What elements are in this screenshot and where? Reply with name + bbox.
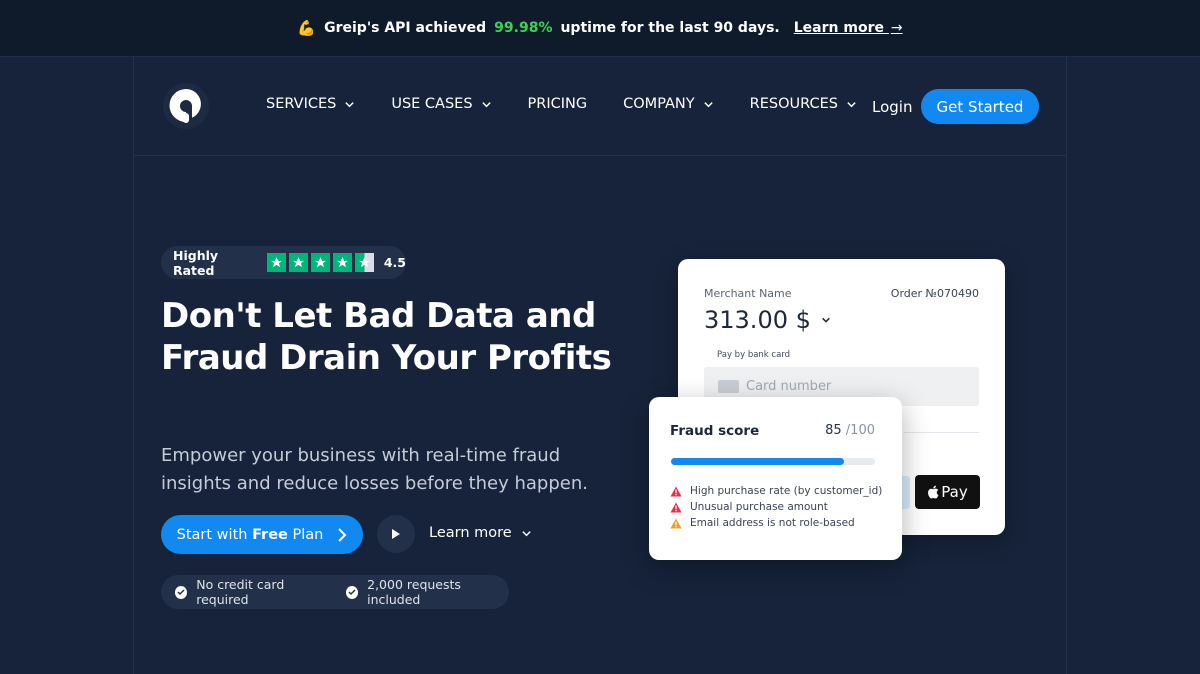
amount-value: 313.00 $ xyxy=(704,306,811,334)
chevron-down-icon xyxy=(703,101,713,107)
nav-resources[interactable]: RESOURCES xyxy=(750,96,857,112)
fraud-score-bar xyxy=(671,458,875,465)
greip-logo-icon[interactable] xyxy=(162,82,210,130)
perk-label: No credit card required xyxy=(196,577,285,607)
header-divider xyxy=(133,155,1066,156)
apple-icon xyxy=(928,485,939,499)
chevron-down-icon xyxy=(847,101,856,107)
frame-line-right xyxy=(1066,57,1067,674)
perk-item: 2,000 requests included xyxy=(345,577,509,607)
nav-company[interactable]: COMPANY xyxy=(623,96,714,112)
start-prefix: Start with xyxy=(176,526,248,543)
chevron-down-icon xyxy=(822,317,830,323)
card-divider xyxy=(904,432,979,433)
fraud-flag: Unusual purchase amount xyxy=(670,501,882,513)
nav-use-cases[interactable]: USE CASES xyxy=(391,96,491,112)
pay-button-stub[interactable] xyxy=(902,476,910,509)
chevron-down-icon xyxy=(522,530,531,536)
banner-link-label: Learn more xyxy=(793,20,884,36)
chevron-down-icon xyxy=(345,101,355,107)
banner-prefix: Greip's API achieved xyxy=(324,20,487,36)
banner-suffix: uptime for the last 90 days. xyxy=(560,20,780,36)
banner-learn-more-link[interactable]: Learn more → xyxy=(794,20,903,36)
credit-card-icon xyxy=(718,380,739,393)
warning-triangle-icon xyxy=(670,518,682,528)
start-free-plan-button[interactable]: Start with Free Plan xyxy=(161,515,363,554)
perk-item: No credit card required xyxy=(175,577,332,607)
flexed-arm-icon: 💪 xyxy=(297,19,317,37)
learn-more-dropdown[interactable]: Learn more xyxy=(429,525,532,541)
order-number: Order №070490 xyxy=(890,287,979,300)
perks-pill: No credit card required 2,000 requests i… xyxy=(161,575,509,609)
flag-text: Unusual purchase amount xyxy=(690,501,828,513)
arrow-right-icon: → xyxy=(890,20,903,36)
nav-label: COMPANY xyxy=(623,96,695,112)
play-icon xyxy=(392,529,400,539)
start-label: Start with Free Plan xyxy=(177,527,324,543)
half-star-icon xyxy=(354,253,374,272)
fraud-score-card: Fraud score 85 /100 High purchase rate (… xyxy=(649,397,902,560)
nav-services[interactable]: SERVICES xyxy=(266,96,355,112)
check-circle-icon xyxy=(175,585,188,599)
login-link[interactable]: Login xyxy=(872,98,912,116)
star-icon xyxy=(266,253,286,272)
fraud-score-bar-fill xyxy=(671,458,845,465)
score-number: 85 xyxy=(825,423,842,438)
fraud-flag: High purchase rate (by customer_id) xyxy=(670,485,882,497)
warning-triangle-icon xyxy=(670,502,682,512)
learn-more-label: Learn more xyxy=(429,525,512,541)
flag-text: High purchase rate (by customer_id) xyxy=(690,485,883,497)
score-max: /100 xyxy=(845,423,875,438)
rating-value: 4.5 xyxy=(383,255,406,270)
fraud-score-title: Fraud score xyxy=(670,423,760,439)
get-started-button[interactable]: Get Started xyxy=(921,89,1039,124)
chevron-down-icon xyxy=(481,101,491,107)
merchant-name: Merchant Name xyxy=(704,287,792,300)
rated-label: Highly Rated xyxy=(173,247,219,278)
card-placeholder: Card number xyxy=(746,379,832,394)
star-icon xyxy=(332,253,352,272)
main-nav: SERVICES USE CASES PRICING COMPANY RESOU… xyxy=(266,96,857,112)
nav-pricing[interactable]: PRICING xyxy=(528,96,588,112)
nav-label: USE CASES xyxy=(391,96,473,112)
hero-subtitle: Empower your business with real-time fra… xyxy=(161,445,588,494)
start-bold: Free xyxy=(252,526,288,543)
nav-label: SERVICES xyxy=(266,96,337,112)
fraud-flags: High purchase rate (by customer_id) Unus… xyxy=(670,485,882,529)
pay-by-card-label: Pay by bank card xyxy=(717,350,791,360)
star-icon xyxy=(288,253,308,272)
perk-label: 2,000 requests included xyxy=(367,577,461,607)
trustpilot-stars xyxy=(266,253,374,272)
start-suffix: Plan xyxy=(292,526,324,543)
fraud-flag: Email address is not role-based xyxy=(670,517,882,529)
rating-badge: Highly Rated 4.5 xyxy=(161,246,406,279)
play-video-button[interactable] xyxy=(377,515,415,553)
star-icon xyxy=(310,253,330,272)
fraud-score-value: 85 /100 xyxy=(825,423,875,438)
apple-pay-button[interactable]: Pay xyxy=(915,475,980,509)
chevron-right-icon xyxy=(338,527,347,542)
uptime-banner: 💪 Greip's API achieved 99.98% uptime for… xyxy=(0,0,1200,57)
warning-triangle-icon xyxy=(670,486,682,496)
frame-line-left xyxy=(133,57,134,674)
apple-pay-label: Pay xyxy=(941,483,968,501)
hero-title: Don't Let Bad Data and Fraud Drain Your … xyxy=(161,296,612,378)
nav-label: RESOURCES xyxy=(749,96,838,112)
nav-label: PRICING xyxy=(527,96,588,112)
payment-amount[interactable]: 313.00 $ xyxy=(704,306,831,334)
check-circle-icon xyxy=(345,585,359,599)
uptime-value: 99.98% xyxy=(494,20,553,36)
flag-text: Email address is not role-based xyxy=(690,517,855,529)
